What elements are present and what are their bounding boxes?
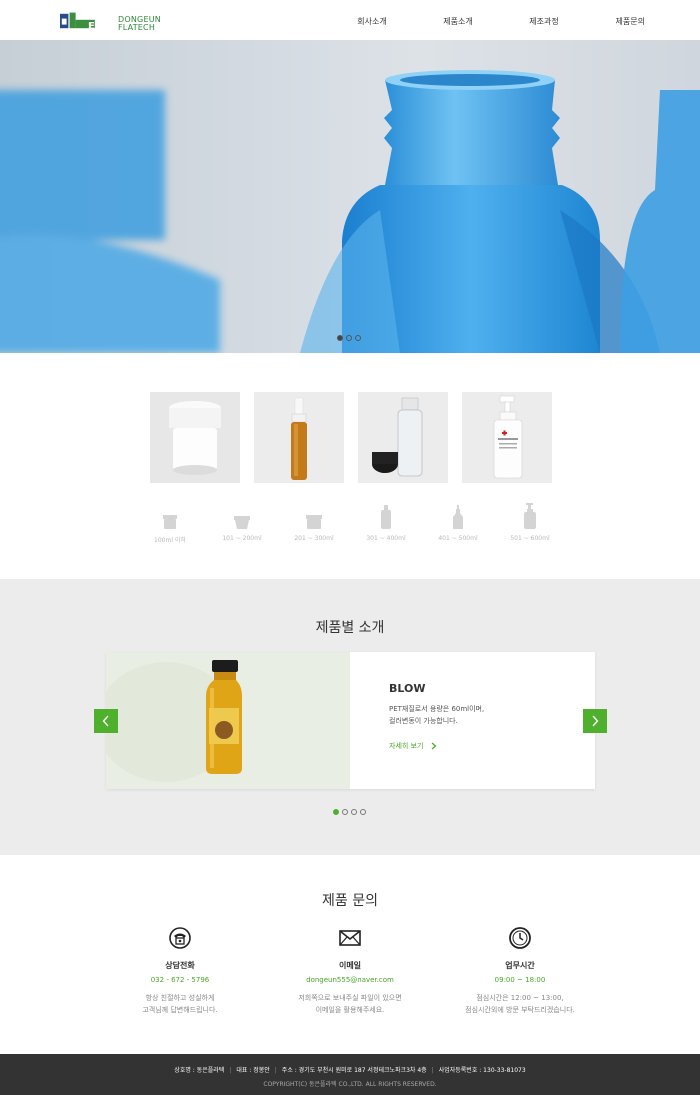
size-category-5[interactable]: 401 ~ 500ml [428,505,488,544]
size-label: 100ml 이하 [154,537,186,544]
inquiry-phone-desc: 항상 친절하고 성실하게 고객님께 답변해드립니다. [142,994,218,1014]
size-label: 301 ~ 400ml [366,535,406,542]
footer-biz-no: 사업자등록번호 : 130-33-81073 [438,1067,526,1074]
footer-address: 주소 : 경기도 부천시 원미로 187 서정테크노파크3차 4층 [281,1067,427,1074]
section-title: 제품 문의 [322,893,378,909]
size-category-1[interactable]: 100ml 이하 [140,505,200,544]
size-category-4[interactable]: 301 ~ 400ml [356,505,416,544]
logo[interactable]: EUN DONGEUN FLATECH [60,6,170,36]
intro-pagination [333,809,366,815]
hero-bottles-image [0,70,700,353]
product-slide: BLOW PET재질로서 용량은 60ml이며, 컬러변동이 가능합니다. 자세… [106,652,595,789]
product-slide-desc-line2: 컬러변동이 가능합니다. [389,717,458,725]
nav-process[interactable]: 제조과정 [501,0,587,40]
inquiry-section: 제품 문의 상담전화 032 - 672 - 5796 항상 친절하고 성실하게… [0,855,700,1054]
nav-company[interactable]: 회사소개 [329,0,415,40]
product-slide-description: PET재질로서 용량은 60ml이며, 컬러변동이 가능합니다. [389,703,569,727]
intro-dot-4[interactable] [360,809,366,815]
footer-company: 상호명 : 동은플라텍 [174,1067,225,1074]
inquiry-hours-title: 업무시간 [505,961,535,970]
product-thumb-amber-spray[interactable] [254,392,344,483]
size-category-3[interactable]: 201 ~ 300ml [284,505,344,544]
bottle-icon [356,505,416,529]
inquiry-hours-value: 09:00 ~ 18:00 [494,976,546,984]
product-intro-section: 제품별 소개 BLOW PET재질로서 용량은 60ml이며, 컬러변동이 가능… [0,579,700,855]
size-label: 501 ~ 600ml [510,535,550,542]
size-label: 201 ~ 300ml [294,535,334,542]
hero-banner [0,40,700,353]
pump-bottle-icon [500,503,560,529]
site-header: EUN DONGEUN FLATECH 회사소개 제품소개 제조과정 제품문의 [0,0,700,40]
size-category-6[interactable]: 501 ~ 600ml [500,503,560,544]
nav-products[interactable]: 제품소개 [415,0,501,40]
inquiry-email-title: 이메일 [338,961,362,970]
small-jar-icon [140,505,200,529]
inquiry-columns: 상담전화 032 - 672 - 5796 항상 친절하고 성실하게 고객님께 … [100,925,600,1016]
intro-dot-2[interactable] [342,809,348,815]
slider-prev-button[interactable] [94,709,118,733]
product-slide-desc-line1: PET재질로서 용량은 60ml이며, [389,705,485,713]
site-footer: 상호명 : 동은플라텍 | 대표 : 정봉안 | 주소 : 경기도 부천시 원미로 18… [0,1054,700,1095]
spray-bottle-icon [428,505,488,529]
main-nav: 회사소개 제품소개 제조과정 제품문의 [329,0,645,40]
view-details-link[interactable]: 자세히 보기 [389,741,437,751]
jar-icon [212,505,272,529]
view-details-label: 자세히 보기 [389,742,424,750]
intro-dot-1[interactable] [333,809,339,815]
hero-dot-2[interactable] [346,335,352,341]
inquiry-hours: 업무시간 09:00 ~ 18:00 점심시간은 12:00 ~ 13:00, … [440,925,600,1016]
inquiry-phone: 상담전화 032 - 672 - 5796 항상 친절하고 성실하게 고객님께 … [100,925,260,1016]
chevron-right-icon [592,715,599,727]
size-label: 401 ~ 500ml [438,535,478,542]
inquiry-phone-value[interactable]: 032 - 672 - 5796 [100,976,260,984]
logo-mark-text: EUN [88,21,112,32]
chevron-right-icon [431,742,437,750]
inquiry-email: 이메일 dongeun555@naver.com 저희쪽으로 보내주실 파일이 … [270,925,430,1016]
product-thumb-pump-bottle[interactable] [462,392,552,483]
clock-icon [440,925,600,951]
chevron-left-icon [102,715,109,727]
hero-dot-1[interactable] [337,335,343,341]
section-title: 제품별 소개 [315,620,385,636]
hero-dot-3[interactable] [355,335,361,341]
inquiry-phone-title: 상담전화 [165,961,195,970]
product-thumb-clear-bottle[interactable] [358,392,448,483]
nav-inquiry[interactable]: 제품문의 [587,0,645,40]
slider-next-button[interactable] [583,709,607,733]
inquiry-email-desc: 저희쪽으로 보내주실 파일이 있으면 이메일을 활용해주세요. [298,994,402,1014]
product-slide-image [106,652,350,789]
footer-info: 상호명 : 동은플라텍 | 대표 : 정봉안 | 주소 : 경기도 부천시 원미로 18… [174,1067,526,1074]
footer-ceo: 대표 : 정봉안 [236,1067,270,1074]
size-category-2[interactable]: 101 ~ 200ml [212,505,272,544]
intro-dot-3[interactable] [351,809,357,815]
inquiry-hours-desc: 점심시간은 12:00 ~ 13:00, 점심시간외에 방문 부탁드리겠습니다. [465,994,575,1014]
large-jar-icon [284,505,344,529]
product-slide-title: BLOW [389,682,426,695]
inquiry-email-value[interactable]: dongeun555@naver.com [270,976,430,984]
logo-text-line2: FLATECH [118,23,156,32]
size-label: 101 ~ 200ml [222,535,262,542]
footer-copyright: COPYRIGHT(C) 동은플라텍 CO.,LTD. ALL RIGHTS R… [263,1081,437,1088]
telephone-icon [100,925,260,951]
product-thumb-cream-jar[interactable] [150,392,240,483]
product-thumbnails [150,392,552,483]
logo-text: DONGEUN FLATECH [118,16,161,32]
hero-pagination [337,335,361,341]
size-categories: 100ml 이하 101 ~ 200ml 201 ~ 300ml 301 ~ 4… [140,503,560,544]
envelope-icon [270,925,430,951]
